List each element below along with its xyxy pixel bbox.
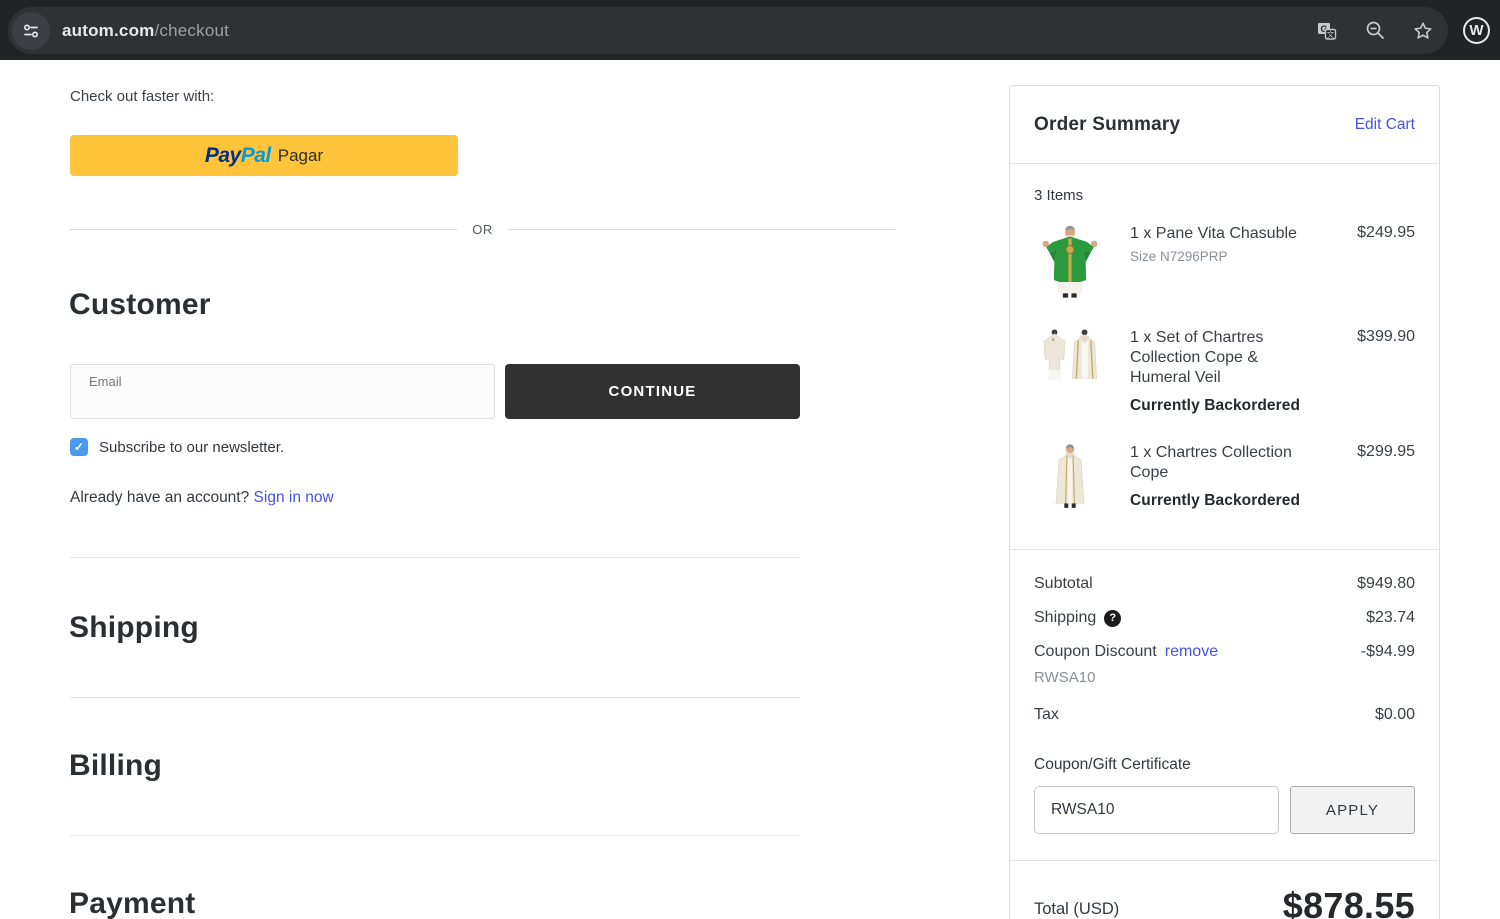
tax-value: $0.00 [1374, 706, 1415, 723]
paypal-button[interactable]: PayPal Pagar [70, 135, 458, 176]
customer-heading: Customer [69, 288, 211, 321]
shipping-row: Shipping ? $23.74 [1034, 609, 1415, 627]
item-details: 1 x Pane Vita Chasuble Size N7296PRP [1130, 224, 1357, 300]
coupon-entry-row: APPLY [1010, 774, 1439, 860]
cart-item-row: 1 x Set of Chartres Collection Cope & Hu… [1034, 328, 1415, 415]
extension-w-icon[interactable]: W [1463, 17, 1490, 44]
subtotal-row: Subtotal $949.80 [1034, 575, 1415, 593]
coupon-field-label: Coupon/Gift Certificate [1034, 756, 1191, 773]
urlbar-actions: G 文 [1316, 7, 1434, 54]
items-list: 1 x Pane Vita Chasuble Size N7296PRP $24… [1010, 204, 1439, 549]
payment-heading: Payment [69, 887, 196, 919]
shipping-label: Shipping [1034, 609, 1097, 626]
continue-button[interactable]: CONTINUE [505, 364, 800, 419]
order-summary-panel: Order Summary Edit Cart 3 Items 1 x Pane… [1009, 85, 1440, 919]
or-divider: OR [70, 222, 895, 237]
paypal-logo: PayPal [204, 143, 271, 167]
section-divider [70, 835, 800, 836]
coupon-discount-label: Coupon Discount [1034, 643, 1157, 660]
apply-coupon-button[interactable]: APPLY [1290, 786, 1415, 834]
order-summary-title: Order Summary [1034, 113, 1181, 135]
applied-coupon-code: RWSA10 [1034, 669, 1096, 686]
coupon-remove-link[interactable]: remove [1165, 643, 1218, 661]
item-details: 1 x Set of Chartres Collection Cope & Hu… [1130, 328, 1357, 415]
coupon-discount-value: -$94.99 [1360, 643, 1415, 660]
item-price: $399.90 [1357, 328, 1415, 345]
item-details: 1 x Chartres Collection Cope Currently B… [1130, 443, 1357, 515]
section-divider [70, 697, 800, 698]
order-summary-header: Order Summary Edit Cart [1010, 86, 1439, 163]
email-field-label: Email [89, 374, 122, 389]
bookmark-star-icon[interactable] [1412, 20, 1434, 42]
translate-icon[interactable]: G 文 [1316, 20, 1338, 42]
section-divider [70, 557, 800, 558]
browser-topbar: autom.com/checkout G 文 W [0, 0, 1500, 60]
or-label: OR [472, 222, 493, 237]
coupon-discount-row: Coupon Discount remove -$94.99 [1034, 643, 1415, 661]
url-domain: autom.com [62, 20, 155, 40]
shipping-help-icon[interactable]: ? [1104, 609, 1122, 627]
grand-total-row: Total (USD) $878.55 [1010, 861, 1439, 919]
divider-line [70, 229, 458, 230]
paypal-action-label: Pagar [277, 145, 324, 165]
newsletter-checkbox[interactable]: ✓ [70, 438, 88, 456]
newsletter-row: ✓ Subscribe to our newsletter. [70, 438, 284, 456]
item-name: 1 x Pane Vita Chasuble [1130, 225, 1297, 242]
item-name: 1 x Chartres Collection Cope [1130, 444, 1292, 481]
cart-item-row: 1 x Chartres Collection Cope Currently B… [1034, 443, 1415, 515]
totals-section: Subtotal $949.80 Shipping ? $23.74 Coupo… [1010, 550, 1439, 724]
url-text[interactable]: autom.com/checkout [62, 21, 229, 41]
grand-total-label: Total (USD) [1034, 900, 1120, 918]
product-image-single-cope [1034, 443, 1106, 515]
product-image-green-chasuble [1034, 224, 1106, 300]
billing-heading: Billing [69, 749, 163, 782]
site-settings-button[interactable] [12, 11, 50, 50]
signin-link[interactable]: Sign in now [254, 489, 334, 506]
backordered-status: Currently Backordered [1130, 397, 1301, 414]
express-checkout-label: Check out faster with: [70, 88, 215, 105]
url-bar[interactable]: autom.com/checkout G 文 [8, 7, 1448, 54]
grand-total-value: $878.55 [1282, 885, 1415, 919]
product-image-cope-veil-set [1034, 328, 1106, 415]
item-price: $299.95 [1357, 443, 1415, 460]
cart-item-row: 1 x Pane Vita Chasuble Size N7296PRP $24… [1034, 224, 1415, 300]
email-field[interactable]: Email [70, 364, 495, 419]
coupon-input[interactable] [1034, 786, 1279, 834]
svg-text:文: 文 [1327, 29, 1335, 39]
shipping-heading: Shipping [69, 611, 199, 644]
divider-line [507, 229, 895, 230]
url-path: /checkout [154, 20, 230, 40]
signin-prompt: Already have an account? [70, 489, 254, 506]
subtotal-label: Subtotal [1034, 575, 1093, 592]
subtotal-value: $949.80 [1357, 575, 1415, 592]
item-size: Size N7296PRP [1130, 249, 1228, 264]
item-price: $249.95 [1357, 224, 1415, 241]
item-name: 1 x Set of Chartres Collection Cope & Hu… [1130, 329, 1264, 386]
tax-row: Tax $0.00 [1034, 706, 1415, 724]
edit-cart-link[interactable]: Edit Cart [1355, 116, 1415, 134]
signin-row: Already have an account? Sign in now [70, 489, 334, 507]
zoom-out-icon[interactable] [1364, 20, 1386, 42]
shipping-value: $23.74 [1366, 609, 1415, 626]
tune-icon [23, 23, 39, 38]
tax-label: Tax [1034, 706, 1059, 723]
newsletter-label: Subscribe to our newsletter. [99, 438, 285, 456]
checkout-page: autom.com/checkout G 文 W Check out faste… [0, 0, 1500, 919]
backordered-status: Currently Backordered [1130, 492, 1301, 509]
items-count: 3 Items [1034, 187, 1084, 204]
